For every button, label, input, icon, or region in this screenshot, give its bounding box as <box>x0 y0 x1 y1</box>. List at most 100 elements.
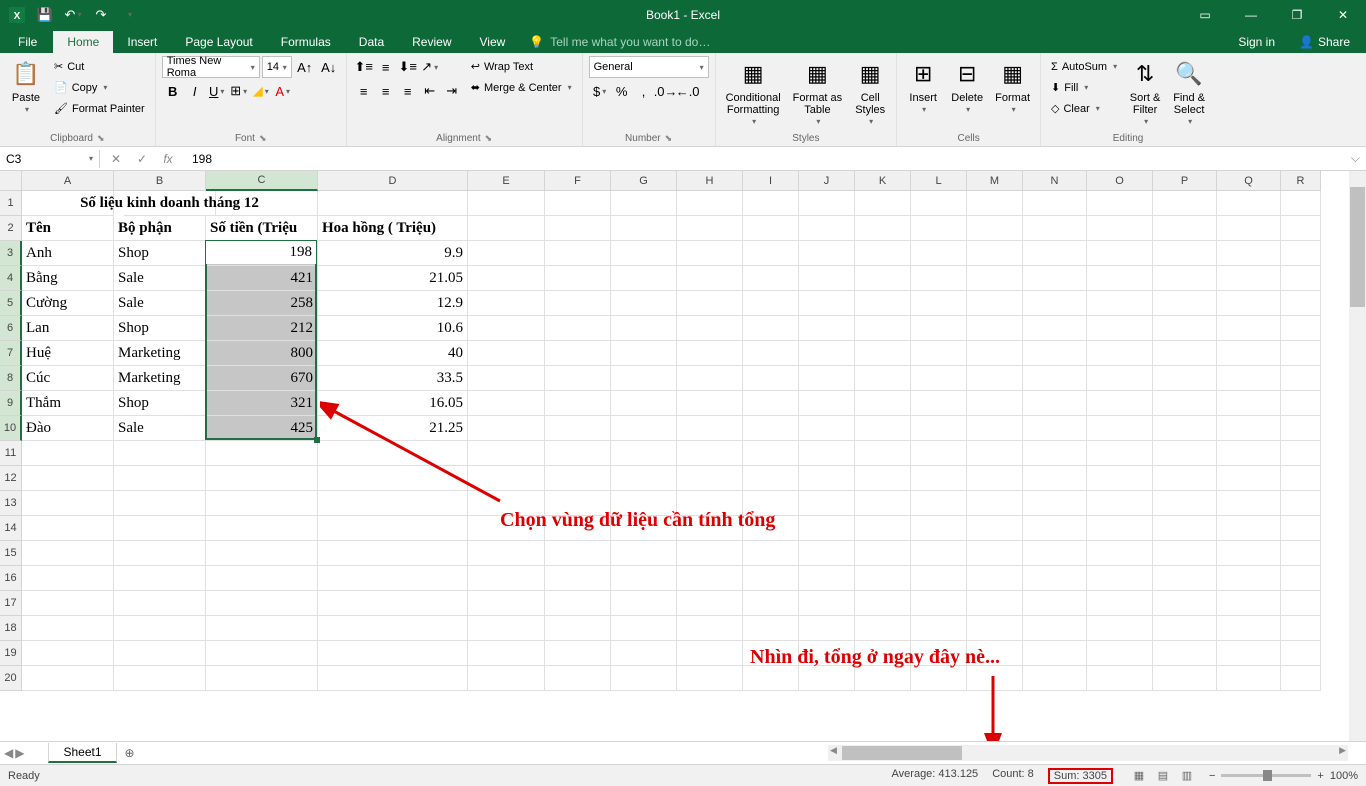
cell-I1[interactable] <box>743 191 799 216</box>
cell-E7[interactable] <box>468 341 545 366</box>
cell-M15[interactable] <box>967 541 1023 566</box>
cell-G9[interactable] <box>611 391 677 416</box>
row-header-10[interactable]: 10 <box>0 416 22 441</box>
cell-H4[interactable] <box>677 266 743 291</box>
cell-R6[interactable] <box>1281 316 1321 341</box>
cell-Q3[interactable] <box>1217 241 1281 266</box>
cell-I12[interactable] <box>743 466 799 491</box>
cells-container[interactable]: Số liệu kinh doanh tháng 12TênBộ phậnSố … <box>22 191 1321 691</box>
cell-O17[interactable] <box>1087 591 1153 616</box>
cell-A5[interactable]: Cường <box>22 291 114 316</box>
cell-G14[interactable] <box>611 516 677 541</box>
cell-E3[interactable] <box>468 241 545 266</box>
cell-K17[interactable] <box>855 591 911 616</box>
cell-D3[interactable]: 9.9 <box>318 241 468 266</box>
cell-H5[interactable] <box>677 291 743 316</box>
cell-H2[interactable] <box>677 216 743 241</box>
cell-L4[interactable] <box>911 266 967 291</box>
share-button[interactable]: 👤 Share <box>1289 32 1360 52</box>
find-select-button[interactable]: 🔍Find & Select▾ <box>1169 56 1209 129</box>
cell-L10[interactable] <box>911 416 967 441</box>
cell-F19[interactable] <box>545 641 611 666</box>
cell-A10[interactable]: Đào <box>22 416 114 441</box>
cell-I19[interactable] <box>743 641 799 666</box>
horizontal-scrollbar[interactable]: ◀▶ <box>828 745 1348 761</box>
cell-I14[interactable] <box>743 516 799 541</box>
cell-L5[interactable] <box>911 291 967 316</box>
cell-P8[interactable] <box>1153 366 1217 391</box>
cell-M17[interactable] <box>967 591 1023 616</box>
font-name-select[interactable]: Times New Roma▾ <box>162 56 260 78</box>
autosum-button[interactable]: ΣAutoSum▾ <box>1047 56 1121 77</box>
cell-A20[interactable] <box>22 666 114 691</box>
row-header-12[interactable]: 12 <box>0 466 22 491</box>
cell-J7[interactable] <box>799 341 855 366</box>
cell-H13[interactable] <box>677 491 743 516</box>
cell-Q18[interactable] <box>1217 616 1281 641</box>
col-header-H[interactable]: H <box>677 171 743 191</box>
cell-C19[interactable] <box>206 641 318 666</box>
increase-decimal-icon[interactable]: .0→ <box>655 80 677 102</box>
cell-L14[interactable] <box>911 516 967 541</box>
cell-J19[interactable] <box>799 641 855 666</box>
cell-A2[interactable]: Tên <box>22 216 114 241</box>
cell-C16[interactable] <box>206 566 318 591</box>
cell-M20[interactable] <box>967 666 1023 691</box>
cell-I17[interactable] <box>743 591 799 616</box>
page-break-view-icon[interactable]: ▥ <box>1175 767 1199 785</box>
cell-G2[interactable] <box>611 216 677 241</box>
excel-icon[interactable]: X <box>4 3 30 27</box>
cell-A8[interactable]: Cúc <box>22 366 114 391</box>
row-header-16[interactable]: 16 <box>0 566 22 591</box>
undo-icon[interactable]: ↶▾ <box>60 3 86 27</box>
cell-O8[interactable] <box>1087 366 1153 391</box>
cell-F6[interactable] <box>545 316 611 341</box>
cell-K1[interactable] <box>855 191 911 216</box>
cell-E18[interactable] <box>468 616 545 641</box>
col-header-A[interactable]: A <box>22 171 114 191</box>
cell-K8[interactable] <box>855 366 911 391</box>
cell-G19[interactable] <box>611 641 677 666</box>
cell-O19[interactable] <box>1087 641 1153 666</box>
cell-C2[interactable]: Số tiền (Triệu <box>206 216 318 241</box>
col-header-B[interactable]: B <box>114 171 206 191</box>
cell-M3[interactable] <box>967 241 1023 266</box>
cell-Q16[interactable] <box>1217 566 1281 591</box>
cell-B5[interactable]: Sale <box>114 291 206 316</box>
cell-H7[interactable] <box>677 341 743 366</box>
cell-M14[interactable] <box>967 516 1023 541</box>
cell-C4[interactable]: 421 <box>206 266 318 291</box>
cell-P1[interactable] <box>1153 191 1217 216</box>
col-header-R[interactable]: R <box>1281 171 1321 191</box>
cell-A12[interactable] <box>22 466 114 491</box>
zoom-slider[interactable] <box>1221 774 1311 777</box>
cell-R11[interactable] <box>1281 441 1321 466</box>
cell-Q17[interactable] <box>1217 591 1281 616</box>
cell-M2[interactable] <box>967 216 1023 241</box>
cell-L2[interactable] <box>911 216 967 241</box>
cell-E19[interactable] <box>468 641 545 666</box>
cell-J8[interactable] <box>799 366 855 391</box>
align-top-icon[interactable]: ⬆≡ <box>353 56 375 78</box>
cell-F9[interactable] <box>545 391 611 416</box>
cell-J3[interactable] <box>799 241 855 266</box>
cell-F5[interactable] <box>545 291 611 316</box>
fx-icon[interactable]: fx <box>156 149 180 169</box>
cell-D1[interactable] <box>318 191 468 216</box>
cell-C13[interactable] <box>206 491 318 516</box>
maximize-button[interactable]: ❐ <box>1274 0 1320 29</box>
cell-R5[interactable] <box>1281 291 1321 316</box>
cell-L20[interactable] <box>911 666 967 691</box>
cell-I18[interactable] <box>743 616 799 641</box>
cell-D17[interactable] <box>318 591 468 616</box>
cell-C14[interactable] <box>206 516 318 541</box>
cell-J5[interactable] <box>799 291 855 316</box>
cell-O16[interactable] <box>1087 566 1153 591</box>
cell-D6[interactable]: 10.6 <box>318 316 468 341</box>
cell-A14[interactable] <box>22 516 114 541</box>
row-header-19[interactable]: 19 <box>0 641 22 666</box>
cell-C15[interactable] <box>206 541 318 566</box>
cell-E12[interactable] <box>468 466 545 491</box>
cell-B9[interactable]: Shop <box>114 391 206 416</box>
tab-home[interactable]: Home <box>53 31 113 53</box>
